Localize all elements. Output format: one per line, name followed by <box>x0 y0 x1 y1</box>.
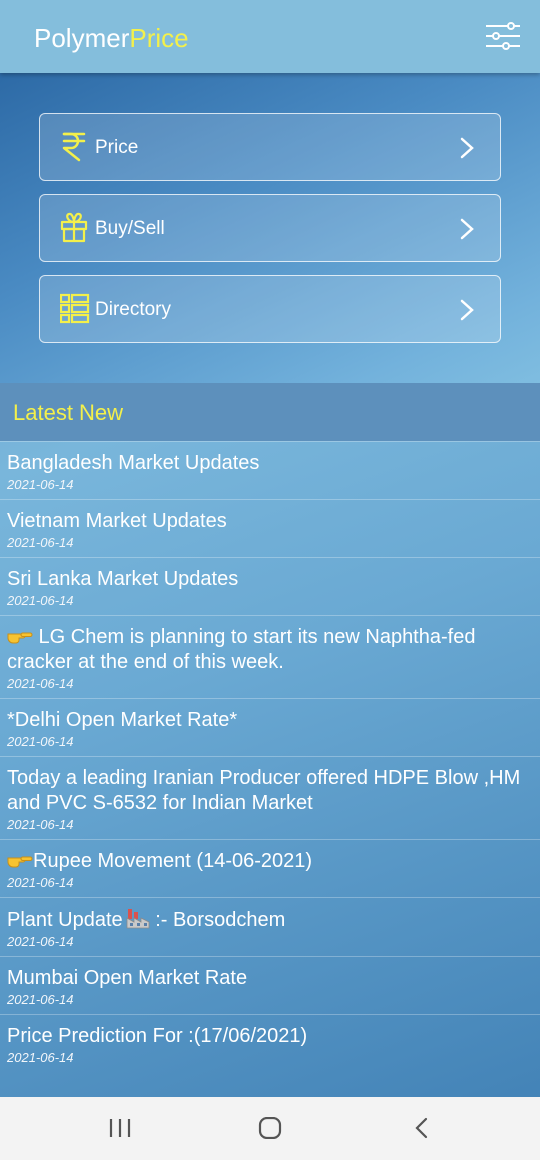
sliders-icon[interactable] <box>484 20 522 52</box>
factory-icon <box>126 907 150 929</box>
home-icon[interactable] <box>258 1116 282 1144</box>
app-title-part2: Price <box>129 23 189 53</box>
list-item[interactable]: Rupee Movement (14-06-2021) 2021-06-14 <box>0 839 540 897</box>
chevron-right-icon <box>457 298 477 322</box>
news-list[interactable]: Bangladesh Market Updates 2021-06-14 Vie… <box>0 441 540 1097</box>
news-headline: Mumbai Open Market Rate <box>7 967 248 989</box>
news-headline: Bangladesh Market Updates <box>7 452 260 474</box>
news-headline: Rupee Movement (14-06-2021) <box>33 850 313 872</box>
news-headline-suffix: :- Borsodchem <box>149 909 286 931</box>
news-date: 2021-06-14 <box>7 734 74 749</box>
list-item[interactable]: Bangladesh Market Updates 2021-06-14 <box>0 441 540 499</box>
list-icon <box>59 292 90 324</box>
news-headline: Price Prediction For :(17/06/2021) <box>7 1025 308 1047</box>
news-date: 2021-06-14 <box>7 934 74 949</box>
menu-area: Price Buy/Sell Directory <box>0 73 540 383</box>
system-nav-bar <box>0 1097 540 1160</box>
price-button[interactable]: Price <box>39 113 501 181</box>
list-item[interactable]: Price Prediction For :(17/06/2021) 2021-… <box>0 1014 540 1072</box>
gift-icon <box>60 211 88 243</box>
buy-sell-button-label: Buy/Sell <box>95 218 165 239</box>
chevron-right-icon <box>457 136 477 160</box>
price-button-label: Price <box>95 137 139 158</box>
news-headline: Plant Update <box>7 909 123 931</box>
news-date: 2021-06-14 <box>7 593 74 608</box>
news-headline-wrap: LG Chem is planning to start its new Nap… <box>7 625 533 675</box>
recents-icon[interactable] <box>108 1117 132 1144</box>
latest-header: Latest New <box>0 383 540 441</box>
news-headline-wrap: Rupee Movement (14-06-2021) <box>7 849 533 874</box>
news-headline: Sri Lanka Market Updates <box>7 568 239 590</box>
list-item[interactable]: Mumbai Open Market Rate 2021-06-14 <box>0 956 540 1014</box>
news-date: 2021-06-14 <box>7 992 74 1007</box>
news-headline: LG Chem is planning to start its new Nap… <box>7 626 476 673</box>
pointing-hand-icon <box>7 626 33 646</box>
news-date: 2021-06-14 <box>7 817 74 832</box>
directory-button-label: Directory <box>95 299 172 320</box>
list-item[interactable]: Sri Lanka Market Updates 2021-06-14 <box>0 557 540 615</box>
pointing-hand-icon <box>7 850 33 870</box>
rupee-icon <box>60 130 88 162</box>
list-item[interactable]: Plant Update :- Borsodchem 2021-06-14 <box>0 897 540 956</box>
news-date: 2021-06-14 <box>7 477 74 492</box>
app-title-part1: Polymer <box>34 23 130 53</box>
list-item[interactable]: LG Chem is planning to start its new Nap… <box>0 615 540 698</box>
news-headline: Today a leading Iranian Producer offered… <box>7 767 521 814</box>
app-title: PolymerPrice <box>34 22 189 54</box>
list-item[interactable]: Today a leading Iranian Producer offered… <box>0 756 540 839</box>
list-item[interactable]: *Delhi Open Market Rate* 2021-06-14 <box>0 698 540 756</box>
list-item[interactable]: Vietnam Market Updates 2021-06-14 <box>0 499 540 557</box>
buy-sell-button[interactable]: Buy/Sell <box>39 194 501 262</box>
directory-button[interactable]: Directory <box>39 275 501 343</box>
news-headline: *Delhi Open Market Rate* <box>7 709 238 731</box>
chevron-right-icon <box>457 217 477 241</box>
news-headline: Vietnam Market Updates <box>7 510 227 532</box>
back-icon[interactable] <box>412 1117 432 1144</box>
latest-title: Latest New <box>13 400 124 425</box>
news-headline-wrap: Plant Update :- Borsodchem <box>7 907 533 933</box>
news-date: 2021-06-14 <box>7 875 74 890</box>
app-bar: PolymerPrice <box>0 0 540 73</box>
news-date: 2021-06-14 <box>7 535 74 550</box>
news-date: 2021-06-14 <box>7 1050 74 1065</box>
news-date: 2021-06-14 <box>7 676 74 691</box>
